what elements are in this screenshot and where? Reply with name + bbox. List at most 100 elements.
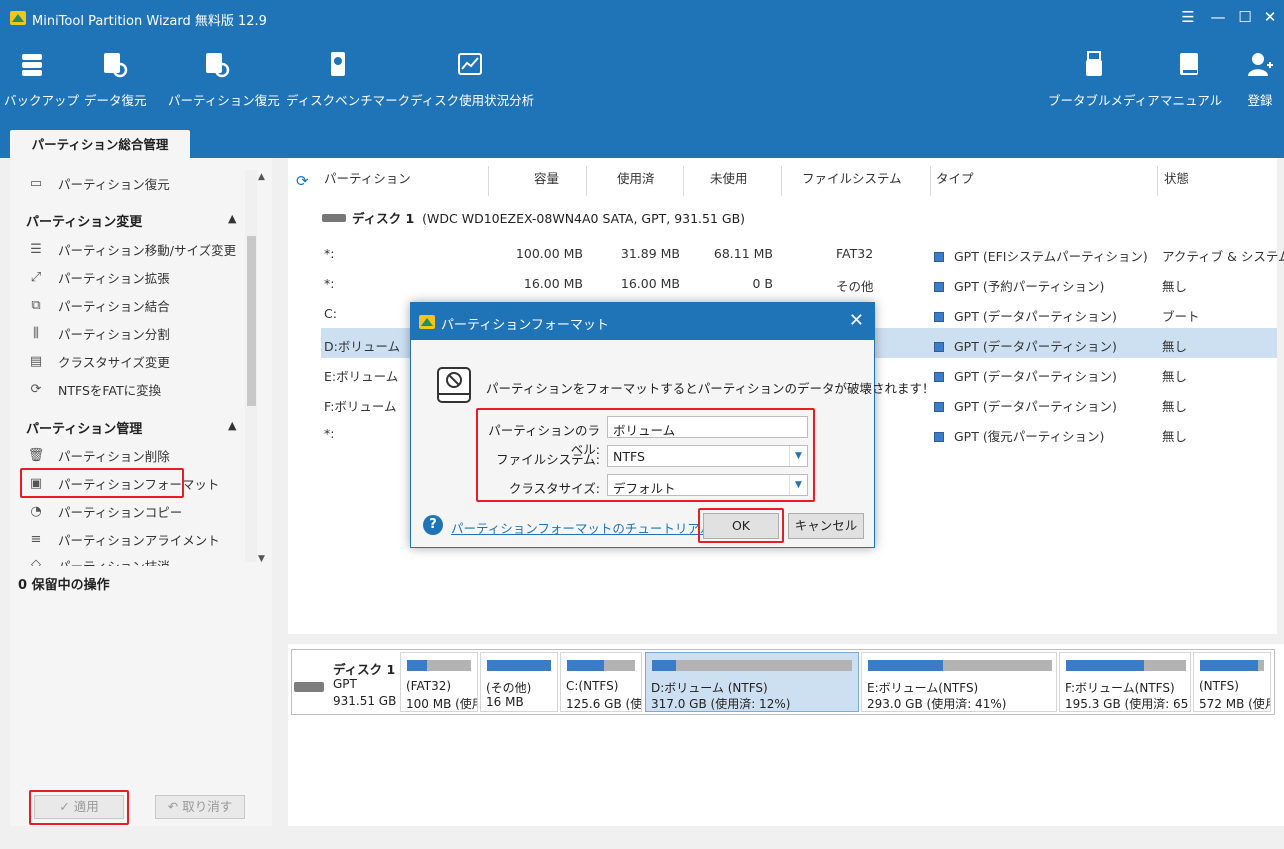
sidebar-item-split[interactable]: ⫼ パーティション分割 [28, 322, 170, 344]
column-header-status[interactable]: 状態 [1164, 168, 1189, 187]
cell-type-text: GPT (復元パーティション) [954, 429, 1105, 444]
usage-fill [487, 660, 551, 671]
sidebar-item-move-resize[interactable]: ☰ パーティション移動/サイズ変更 [28, 238, 236, 260]
cell-type: GPT (データパーティション) [934, 306, 1117, 325]
disk-icon [322, 214, 346, 222]
backup-button[interactable]: バックアップ [4, 50, 79, 109]
table-row[interactable]: *: 16.00 MB 16.00 MB 0 B その他 GPT (予約パーティ… [321, 268, 1277, 298]
menu-icon[interactable]: ☰ [1178, 8, 1198, 26]
cell-type: GPT (データパーティション) [934, 366, 1117, 385]
close-icon[interactable]: ✕ [1260, 8, 1280, 26]
partition-label: D:ボリューム (NTFS) [651, 681, 768, 695]
maximize-icon[interactable]: ☐ [1235, 8, 1255, 26]
refresh-icon[interactable]: ⟳ [296, 172, 309, 190]
sidebar-item-partition-recovery[interactable]: ▭ パーティション復元 [28, 172, 170, 194]
cell-partition: *: [324, 276, 335, 291]
sidebar-item-merge[interactable]: ⧉ パーティション結合 [28, 294, 169, 316]
column-header-used[interactable]: 使用済 [617, 168, 655, 187]
column-header-type[interactable]: タイプ [936, 168, 974, 187]
column-header-capacity[interactable]: 容量 [534, 168, 559, 187]
copy-icon: ◔ [30, 503, 42, 519]
pending-operations: 0 保留中の操作 [18, 578, 110, 593]
cell-status: アクティブ & システム [1162, 249, 1284, 264]
diskmap-disk-size: 931.51 GB [333, 694, 397, 708]
register-button[interactable]: 登録 [1240, 50, 1280, 109]
usage-fill [1200, 660, 1258, 671]
sidebar-item-wipe[interactable]: ◇ パーティション抹消 [28, 556, 170, 567]
dialog-close-icon[interactable]: ✕ [849, 310, 864, 331]
disk-icon [294, 682, 324, 692]
dialog-title: パーティションフォーマット [441, 318, 609, 333]
diskmap-partition[interactable]: C:(NTFS) 125.6 GB (使用 [560, 652, 642, 712]
bootable-media-button[interactable]: ブータブルメディア [1048, 50, 1160, 109]
cell-type-text: GPT (EFIシステムパーティション) [954, 249, 1148, 264]
disk-usage-icon [458, 53, 482, 75]
collapse-icon[interactable]: ▲ [228, 419, 236, 432]
tutorial-link[interactable]: パーティションフォーマットのチュートリアル [451, 518, 712, 537]
partition-label: E:ボリューム(NTFS) [867, 681, 979, 695]
cell-unused: 68.11 MB [713, 246, 773, 261]
disk-header-row[interactable]: ディスク 1 (WDC WD10EZEX-08WN4A0 SATA, GPT, … [322, 208, 745, 227]
cell-status: 無し [1162, 279, 1188, 294]
register-label: 登録 [1247, 93, 1273, 108]
usage-bar [407, 660, 471, 671]
sidebar-item-ntfs-to-fat[interactable]: ⟳ NTFSをFATに変換 [28, 378, 162, 400]
cell-partition: F:ボリューム [324, 399, 397, 414]
sidebar-item-align[interactable]: ≡ パーティションアライメント [28, 528, 220, 550]
partition-color-swatch [934, 342, 944, 352]
undo-button[interactable]: ↶ 取り消す [155, 795, 245, 819]
help-icon[interactable]: ? [423, 515, 443, 535]
disk-benchmark-button[interactable]: ディスクベンチマーク [286, 50, 410, 109]
tab-strip [0, 130, 1284, 158]
table-scrollbar[interactable] [1277, 158, 1284, 634]
diskmap-partition[interactable]: (その他) 16 MB [480, 652, 558, 712]
partition-label: (NTFS) [1199, 679, 1239, 693]
partition-recovery-button[interactable]: パーティション復元 [168, 50, 280, 109]
column-header-unused[interactable]: 未使用 [710, 168, 748, 187]
sidebar-item-copy[interactable]: ◔ パーティションコピー [28, 500, 182, 522]
partition-color-swatch [934, 282, 944, 292]
diskmap-disk-name: ディスク 1 [333, 662, 396, 677]
table-row[interactable]: *: 100.00 MB 31.89 MB 68.11 MB FAT32 GPT… [321, 238, 1284, 268]
tab-partition-management[interactable]: パーティション総合管理 [10, 130, 190, 158]
sidebar-item-cluster-size[interactable]: ▤ クラスタサイズ変更 [28, 350, 170, 372]
minimize-icon[interactable]: — [1208, 8, 1228, 26]
cancel-button[interactable]: キャンセル [788, 513, 864, 539]
usage-bar [1066, 660, 1186, 671]
trash-icon: 🗑 [27, 447, 45, 463]
manual-button[interactable]: マニュアル [1160, 50, 1222, 109]
column-separator [781, 166, 782, 196]
sidebar-item-extend[interactable]: ⤢ パーティション拡張 [28, 266, 170, 288]
book-icon [1180, 53, 1198, 75]
dialog-warning-text: パーティションをフォーマットするとパーティションのデータが破壊されます！ [486, 381, 935, 396]
column-header-partition[interactable]: パーティション [324, 168, 411, 187]
usage-bar [868, 660, 1052, 671]
data-recovery-button[interactable]: データ復元 [84, 50, 147, 109]
sidebar-item-label: パーティション拡張 [58, 270, 170, 286]
diskmap-partition[interactable]: (FAT32) 100 MB (使用 [400, 652, 478, 712]
diskmap-partition[interactable]: E:ボリューム(NTFS) 293.0 GB (使用済: 41%) [861, 652, 1057, 712]
usage-bar [1200, 660, 1264, 671]
scroll-up-icon[interactable]: ▲ [258, 172, 265, 182]
column-header-filesystem[interactable]: ファイルシステム [802, 168, 902, 187]
sidebar-item-label: パーティションコピー [58, 504, 183, 520]
cluster-icon: ▤ [29, 353, 43, 369]
usage-fill [567, 660, 605, 671]
sidebar-scrollbar-thumb[interactable] [247, 236, 256, 406]
column-separator [1157, 166, 1158, 196]
partition-recovery-label: パーティション復元 [168, 93, 280, 108]
cell-type: GPT (EFIシステムパーティション) [934, 246, 1148, 265]
scroll-down-icon[interactable]: ▼ [258, 554, 265, 564]
usage-fill [1066, 660, 1144, 671]
diskmap-partition-selected[interactable]: D:ボリューム (NTFS) 317.0 GB (使用済: 12%) [645, 652, 859, 712]
highlight-box [698, 508, 784, 543]
partition-label: (FAT32) [406, 679, 452, 693]
collapse-icon[interactable]: ▲ [228, 212, 236, 225]
diskmap-partition[interactable]: F:ボリューム(NTFS) 195.3 GB (使用済: 65 [1059, 652, 1191, 712]
disk-usage-button[interactable]: ディスク使用状況分析 [410, 50, 534, 109]
partition-size: 572 MB (使月 [1199, 697, 1271, 711]
sidebar-section-partition-change: パーティション変更 [26, 215, 143, 230]
sidebar-item-delete[interactable]: 🗑 パーティション削除 [28, 444, 170, 466]
partition-size: 16 MB [486, 695, 524, 709]
diskmap-partition[interactable]: (NTFS) 572 MB (使月 [1193, 652, 1271, 712]
